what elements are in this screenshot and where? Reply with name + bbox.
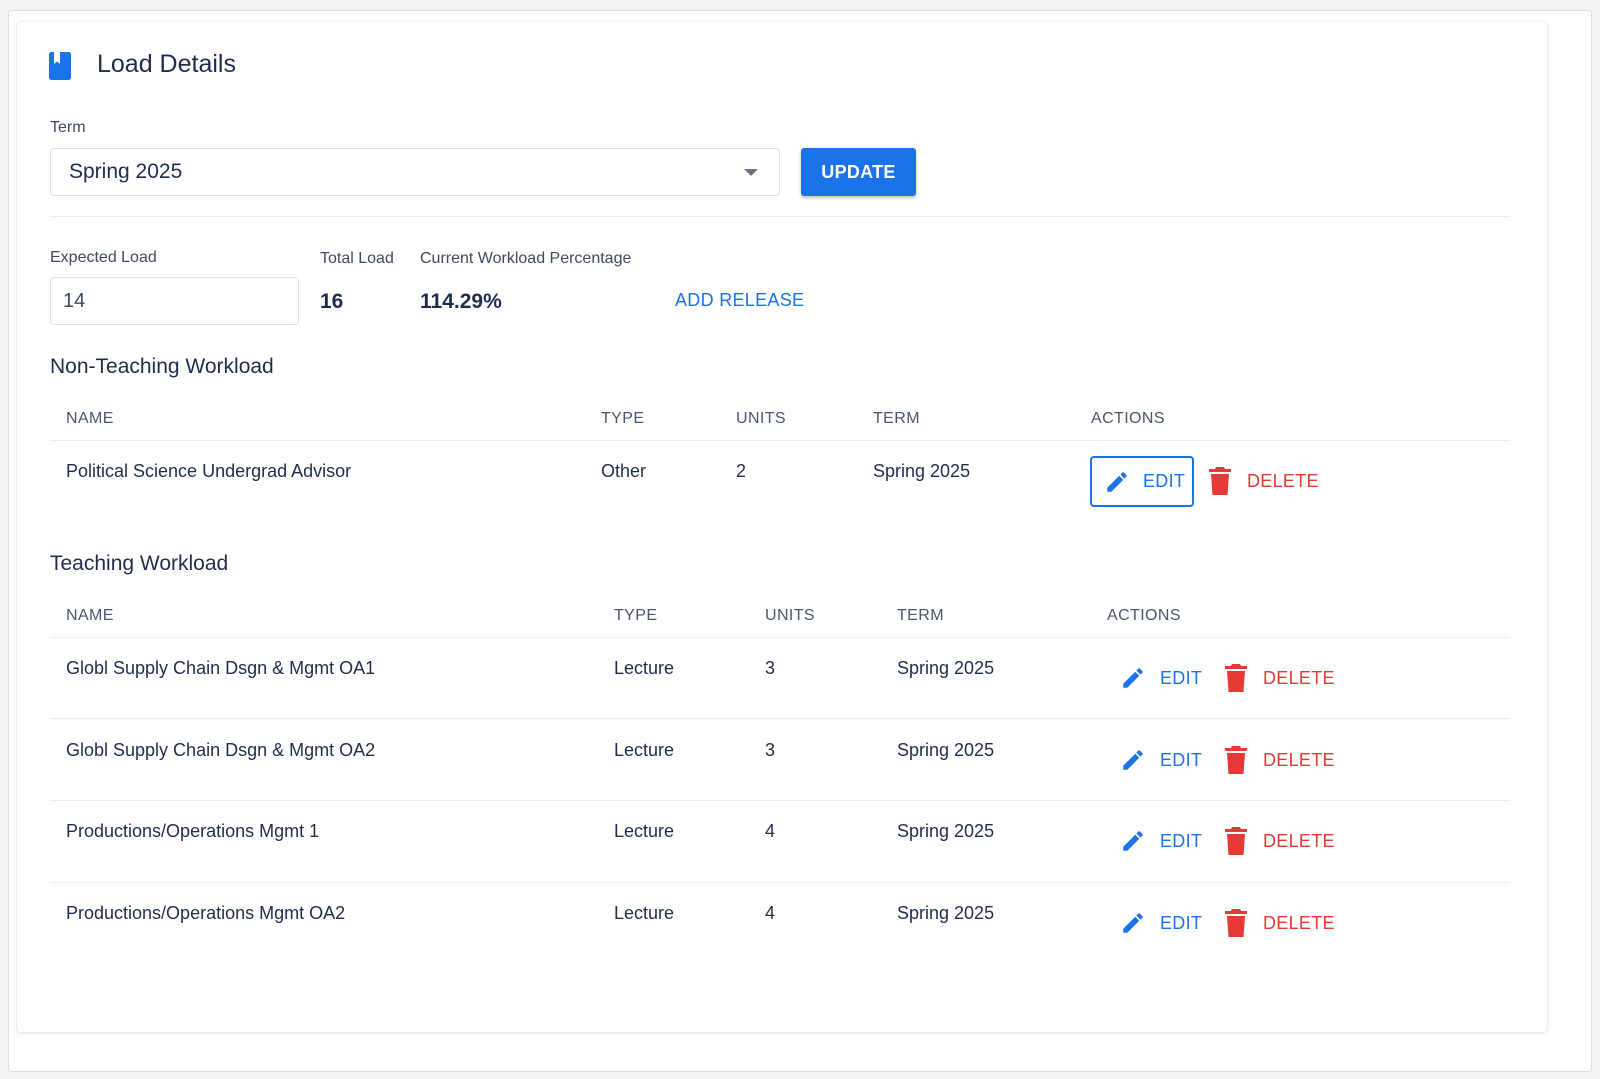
book-icon bbox=[49, 52, 71, 80]
trash-icon bbox=[1225, 909, 1247, 937]
table-divider bbox=[50, 440, 1510, 441]
row-type: Lecture bbox=[614, 740, 675, 760]
edit-button[interactable]: EDIT bbox=[1120, 910, 1202, 936]
table-divider bbox=[50, 637, 1510, 638]
delete-label: DELETE bbox=[1263, 749, 1335, 770]
row-name: Political Science Undergrad Advisor bbox=[66, 461, 352, 481]
expected-load-value: 14 bbox=[63, 289, 86, 312]
term-label: Term bbox=[50, 119, 86, 136]
row-divider bbox=[50, 718, 1510, 719]
trash-icon bbox=[1209, 467, 1231, 495]
row-name: Productions/Operations Mgmt OA2 bbox=[66, 903, 346, 923]
teaching-title: Teaching Workload bbox=[50, 552, 229, 575]
divider bbox=[50, 216, 1510, 217]
total-load-label: Total Load bbox=[320, 250, 394, 267]
load-details-card: Load Details Term Spring 2025 UPDATE Exp… bbox=[17, 22, 1547, 1032]
delete-label: DELETE bbox=[1247, 470, 1319, 491]
row-name: Globl Supply Chain Dsgn & Mgmt OA2 bbox=[66, 740, 376, 760]
row-term: Spring 2025 bbox=[873, 461, 971, 481]
expected-load-input[interactable]: 14 bbox=[50, 277, 299, 325]
delete-button[interactable]: DELETE bbox=[1225, 827, 1335, 855]
edit-label: EDIT bbox=[1143, 471, 1186, 491]
row-type: Lecture bbox=[614, 903, 675, 923]
pencil-icon bbox=[1123, 913, 1143, 933]
nt-header-name: NAME bbox=[66, 410, 114, 427]
pencil-icon bbox=[1123, 750, 1143, 770]
edit-button[interactable]: EDIT bbox=[1120, 828, 1202, 854]
term-select[interactable]: Spring 2025 bbox=[50, 148, 780, 196]
t-header-type: TYPE bbox=[614, 607, 658, 624]
trash-icon bbox=[1225, 664, 1247, 692]
delete-label: DELETE bbox=[1263, 912, 1335, 933]
row-name: Globl Supply Chain Dsgn & Mgmt OA1 bbox=[66, 658, 376, 678]
row-divider bbox=[50, 800, 1510, 801]
row-type: Lecture bbox=[614, 658, 675, 678]
nt-header-units: UNITS bbox=[736, 410, 786, 427]
pencil-icon bbox=[1123, 831, 1143, 851]
row-type: Other bbox=[601, 461, 647, 481]
delete-button[interactable]: DELETE bbox=[1225, 746, 1335, 774]
row-divider bbox=[50, 882, 1510, 883]
t-header-actions: ACTIONS bbox=[1107, 607, 1181, 624]
row-name: Productions/Operations Mgmt 1 bbox=[66, 821, 320, 841]
row-term: Spring 2025 bbox=[897, 658, 995, 678]
t-header-name: NAME bbox=[66, 607, 114, 624]
row-units: 2 bbox=[736, 461, 747, 481]
row-units: 4 bbox=[765, 903, 776, 923]
non-teaching-title: Non-Teaching Workload bbox=[50, 355, 274, 378]
nt-header-actions: ACTIONS bbox=[1091, 410, 1165, 427]
workload-percentage-label: Current Workload Percentage bbox=[420, 250, 632, 267]
nt-header-type: TYPE bbox=[601, 410, 645, 427]
row-units: 3 bbox=[765, 658, 776, 678]
term-select-value: Spring 2025 bbox=[69, 160, 183, 183]
workload-percentage-value: 114.29% bbox=[420, 290, 502, 313]
nt-header-term: TERM bbox=[873, 410, 920, 427]
delete-button[interactable]: DELETE bbox=[1225, 664, 1335, 692]
edit-label: EDIT bbox=[1160, 749, 1203, 770]
row-term: Spring 2025 bbox=[897, 821, 995, 841]
caret-down-icon bbox=[744, 169, 758, 176]
total-load-value: 16 bbox=[320, 290, 344, 313]
row-units: 4 bbox=[765, 821, 776, 841]
row-units: 3 bbox=[765, 740, 776, 760]
trash-icon bbox=[1225, 827, 1247, 855]
edit-label: EDIT bbox=[1160, 912, 1203, 933]
t-header-units: UNITS bbox=[765, 607, 815, 624]
edit-button[interactable]: EDIT bbox=[1090, 456, 1194, 507]
delete-label: DELETE bbox=[1263, 830, 1335, 851]
trash-icon bbox=[1225, 746, 1247, 774]
edit-label: EDIT bbox=[1160, 667, 1203, 688]
edit-label: EDIT bbox=[1160, 830, 1203, 851]
pencil-icon bbox=[1107, 471, 1127, 492]
t-header-term: TERM bbox=[897, 607, 944, 624]
delete-button[interactable]: DELETE bbox=[1209, 467, 1319, 495]
row-term: Spring 2025 bbox=[897, 740, 995, 760]
add-release-button[interactable]: ADD RELEASE bbox=[675, 290, 804, 311]
page-title: Load Details bbox=[97, 50, 236, 78]
delete-button[interactable]: DELETE bbox=[1225, 909, 1335, 937]
row-term: Spring 2025 bbox=[897, 903, 995, 923]
edit-button[interactable]: EDIT bbox=[1120, 747, 1202, 773]
pencil-icon bbox=[1123, 668, 1143, 688]
row-type: Lecture bbox=[614, 821, 675, 841]
delete-label: DELETE bbox=[1263, 667, 1335, 688]
edit-button[interactable]: EDIT bbox=[1120, 665, 1202, 691]
update-button[interactable]: UPDATE bbox=[801, 148, 916, 196]
expected-load-label: Expected Load bbox=[50, 249, 157, 266]
